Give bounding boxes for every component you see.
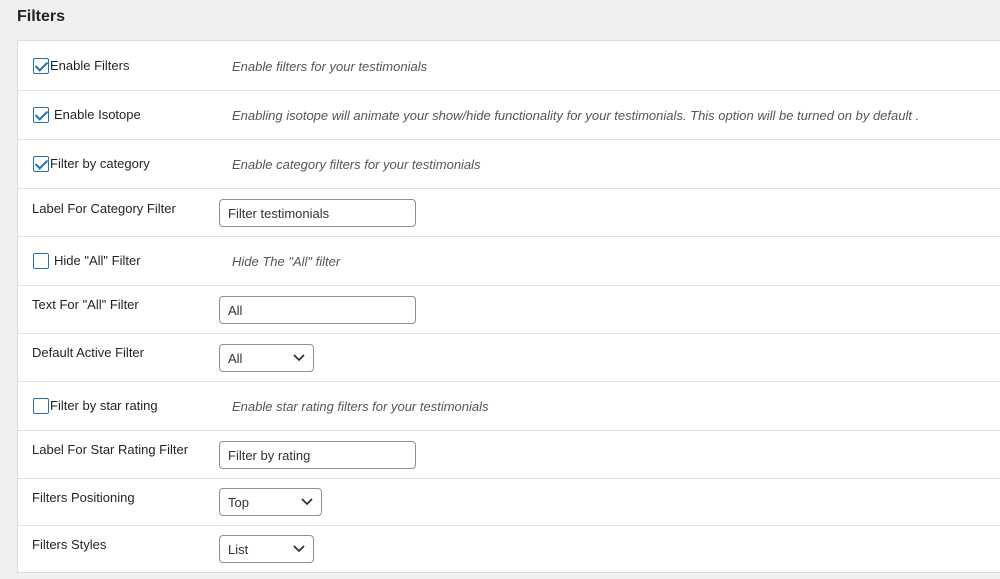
enable-filters-checkbox[interactable] bbox=[33, 58, 49, 74]
hide-all-filter-checkbox[interactable] bbox=[33, 253, 49, 269]
row-hide-all-filter: Hide "All" Filter Hide The "All" filter bbox=[18, 237, 1000, 286]
row-star-rating-filter-label: Label For Star Rating Filter bbox=[18, 431, 1000, 479]
row-enable-isotope: Enable Isotope Enabling isotope will ani… bbox=[18, 91, 1000, 140]
default-active-filter-select[interactable]: All bbox=[219, 344, 314, 372]
filters-positioning-select[interactable]: Top bbox=[219, 488, 322, 516]
enable-filters-toggle[interactable]: Enable Filters bbox=[33, 58, 129, 74]
hide-all-filter-description: Hide The "All" filter bbox=[232, 254, 341, 269]
filter-by-star-rating-description: Enable star rating filters for your test… bbox=[232, 399, 489, 414]
filter-by-star-rating-checkbox[interactable] bbox=[33, 398, 49, 414]
row-filter-by-star-rating: Filter by star rating Enable star rating… bbox=[18, 382, 1000, 431]
filters-positioning-value: Top bbox=[228, 494, 249, 510]
filters-settings-panel: Enable Filters Enable filters for your t… bbox=[17, 40, 1000, 573]
row-enable-filters: Enable Filters Enable filters for your t… bbox=[18, 41, 1000, 91]
enable-filters-label: Enable Filters bbox=[50, 58, 130, 73]
category-filter-label-input[interactable] bbox=[219, 199, 416, 227]
filters-styles-label: Filters Styles bbox=[32, 537, 107, 552]
row-filters-positioning: Filters Positioning Top bbox=[18, 479, 1000, 526]
category-filter-label-label: Label For Category Filter bbox=[32, 201, 176, 216]
filter-by-star-rating-toggle[interactable]: Filter by star rating bbox=[33, 398, 158, 414]
page-title: Filters bbox=[17, 8, 66, 25]
all-filter-text-input[interactable] bbox=[219, 296, 416, 324]
filter-by-category-toggle[interactable]: Filter by category bbox=[33, 156, 150, 172]
chevron-down-icon bbox=[301, 498, 313, 505]
row-category-filter-label: Label For Category Filter bbox=[18, 189, 1000, 237]
filters-styles-value: List bbox=[228, 541, 249, 557]
filter-by-category-description: Enable category filters for your testimo… bbox=[232, 157, 481, 172]
filters-positioning-label: Filters Positioning bbox=[32, 490, 135, 505]
all-filter-text-label: Text For "All" Filter bbox=[32, 297, 139, 312]
filters-styles-select[interactable]: List bbox=[219, 535, 314, 563]
default-active-filter-label: Default Active Filter bbox=[32, 345, 144, 360]
star-rating-filter-label-input[interactable] bbox=[219, 441, 416, 469]
default-active-filter-value: All bbox=[228, 350, 243, 366]
row-all-filter-text: Text For "All" Filter bbox=[18, 286, 1000, 334]
enable-isotope-description: Enabling isotope will animate your show/… bbox=[232, 108, 920, 123]
filter-by-star-rating-label: Filter by star rating bbox=[50, 398, 158, 413]
filter-by-category-label: Filter by category bbox=[50, 156, 150, 171]
row-filters-styles: Filters Styles List bbox=[18, 526, 1000, 572]
chevron-down-icon bbox=[293, 545, 305, 552]
enable-filters-description: Enable filters for your testimonials bbox=[232, 59, 428, 74]
enable-isotope-toggle[interactable]: Enable Isotope bbox=[33, 107, 141, 123]
star-rating-filter-label-label: Label For Star Rating Filter bbox=[32, 442, 189, 457]
chevron-down-icon bbox=[293, 354, 305, 361]
enable-isotope-checkbox[interactable] bbox=[33, 107, 49, 123]
filter-by-category-checkbox[interactable] bbox=[33, 156, 49, 172]
hide-all-filter-label: Hide "All" Filter bbox=[54, 253, 141, 268]
row-filter-by-category: Filter by category Enable category filte… bbox=[18, 140, 1000, 189]
enable-isotope-label: Enable Isotope bbox=[54, 107, 141, 122]
hide-all-filter-toggle[interactable]: Hide "All" Filter bbox=[33, 253, 141, 269]
row-default-active-filter: Default Active Filter All bbox=[18, 334, 1000, 382]
